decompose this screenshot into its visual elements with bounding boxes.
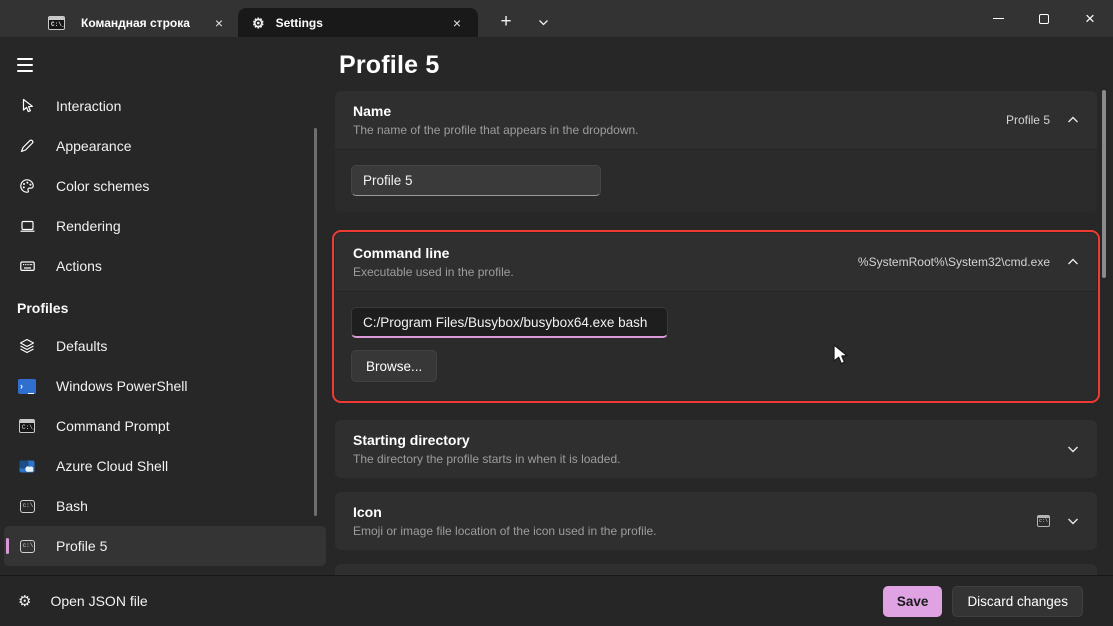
- setting-current-value: Profile 5: [1006, 113, 1050, 127]
- tab-command-prompt[interactable]: C:\_ Командная строка ×: [12, 8, 238, 37]
- tab-dropdown-button[interactable]: [530, 8, 556, 36]
- sidebar-item-label: Command Prompt: [56, 418, 170, 434]
- sidebar-item-label: Rendering: [56, 218, 121, 234]
- tab-close-icon[interactable]: ×: [208, 12, 230, 34]
- settings-main-panel: Profile 5 Name The name of the profile t…: [330, 37, 1113, 575]
- gear-icon: ⚙: [18, 594, 31, 609]
- hamburger-icon: [17, 58, 33, 60]
- setting-title: Command line: [353, 245, 858, 261]
- sidebar-item-appearance[interactable]: Appearance: [4, 126, 326, 166]
- sidebar-item-label: Bash: [56, 498, 88, 514]
- footer-bar: ⚙ Open JSON file Save Discard changes: [0, 575, 1113, 626]
- close-icon: ×: [1085, 10, 1095, 27]
- open-json-file-label: Open JSON file: [50, 593, 147, 609]
- current-profile-icon: c:\: [1037, 515, 1050, 527]
- sidebar-scrollbar[interactable]: [314, 128, 317, 516]
- content-scrollbar[interactable]: [1102, 90, 1106, 278]
- hamburger-menu-button[interactable]: [12, 48, 52, 82]
- tab-title-expander-header[interactable]: Tab title: [335, 564, 1097, 575]
- setting-title: Starting directory: [353, 432, 1067, 448]
- command-line-expander-body: Browse...: [335, 291, 1097, 400]
- save-button[interactable]: Save: [883, 586, 943, 617]
- settings-nav-sidebar: Interaction Appearance Color schemes Ren…: [0, 37, 330, 575]
- discard-changes-button[interactable]: Discard changes: [952, 586, 1083, 617]
- palette-icon: [17, 178, 37, 194]
- command-line-setting-card: Command line Executable used in the prof…: [335, 233, 1097, 400]
- sidebar-item-label: Defaults: [56, 338, 107, 354]
- powershell-icon: ›: [17, 379, 37, 394]
- starting-directory-expander-header[interactable]: Starting directory The directory the pro…: [335, 420, 1097, 478]
- azure-cloud-icon: [17, 460, 37, 473]
- command-line-input[interactable]: [351, 307, 668, 338]
- sidebar-item-label: Interaction: [56, 98, 121, 114]
- setting-current-value: %SystemRoot%\System32\cmd.exe: [858, 255, 1050, 269]
- sidebar-item-label: Azure Cloud Shell: [56, 458, 168, 474]
- sidebar-item-azure-cloud-shell[interactable]: Azure Cloud Shell: [4, 446, 326, 486]
- cmd-window-icon: C:\_: [17, 419, 37, 433]
- name-input[interactable]: [351, 165, 601, 196]
- tab-strip: C:\_ Командная строка × ⚙ Settings × +: [0, 0, 556, 37]
- icon-expander-header[interactable]: Icon Emoji or image file location of the…: [335, 492, 1097, 550]
- page-title: Profile 5: [339, 51, 1097, 80]
- setting-description: Executable used in the profile.: [353, 265, 858, 279]
- gear-icon: ⚙: [252, 16, 265, 30]
- sidebar-item-label: Profile 5: [56, 538, 107, 554]
- sidebar-item-defaults[interactable]: Defaults: [4, 326, 326, 366]
- sidebar-item-label: Color schemes: [56, 178, 149, 194]
- terminal-window-icon: c:\: [17, 500, 37, 513]
- tab-settings[interactable]: ⚙ Settings ×: [238, 8, 478, 37]
- starting-directory-setting-card: Starting directory The directory the pro…: [335, 420, 1097, 478]
- open-json-file-button[interactable]: ⚙ Open JSON file: [12, 587, 154, 615]
- sidebar-item-profile-5[interactable]: c:\ Profile 5: [4, 526, 326, 566]
- layers-icon: [17, 338, 37, 354]
- setting-description: The directory the profile starts in when…: [353, 452, 1067, 466]
- sidebar-item-actions[interactable]: Actions: [4, 246, 326, 286]
- command-line-expander-header[interactable]: Command line Executable used in the prof…: [335, 233, 1097, 291]
- chevron-up-icon: [1067, 116, 1079, 124]
- sidebar-item-rendering[interactable]: Rendering: [4, 206, 326, 246]
- sidebar-item-label: Actions: [56, 258, 102, 274]
- name-expander-header[interactable]: Name The name of the profile that appear…: [335, 91, 1097, 149]
- tab-close-icon[interactable]: ×: [446, 12, 468, 34]
- cmd-window-icon: C:\_: [48, 16, 65, 30]
- interaction-cursor-icon: [17, 98, 37, 114]
- titlebar: C:\_ Командная строка × ⚙ Settings × + ×: [0, 0, 1113, 37]
- setting-description: Emoji or image file location of the icon…: [353, 524, 1037, 538]
- icon-setting-card: Icon Emoji or image file location of the…: [335, 492, 1097, 550]
- keyboard-icon: [17, 258, 37, 274]
- minimize-icon: [993, 18, 1004, 19]
- name-expander-body: [335, 149, 1097, 212]
- browse-button[interactable]: Browse...: [351, 350, 437, 382]
- windows-terminal-settings-window: { "titlebar": { "tabs": [ { "label": "Ко…: [0, 0, 1113, 626]
- setting-title: Icon: [353, 504, 1037, 520]
- sidebar-item-windows-powershell[interactable]: › Windows PowerShell: [4, 366, 326, 406]
- setting-description: The name of the profile that appears in …: [353, 123, 1006, 137]
- tab-label: Командная строка: [81, 16, 208, 30]
- window-controls: ×: [975, 0, 1113, 37]
- maximize-button[interactable]: [1021, 0, 1067, 37]
- close-button[interactable]: ×: [1067, 0, 1113, 37]
- profiles-section-header: Profiles: [17, 294, 330, 322]
- chevron-down-icon: [538, 19, 549, 26]
- paintbrush-icon: [17, 138, 37, 154]
- chevron-down-icon: [1067, 517, 1079, 525]
- name-setting-card: Name The name of the profile that appear…: [335, 91, 1097, 212]
- sidebar-item-color-schemes[interactable]: Color schemes: [4, 166, 326, 206]
- tab-label: Settings: [276, 16, 446, 30]
- sidebar-item-bash[interactable]: c:\ Bash: [4, 486, 326, 526]
- monitor-icon: [17, 218, 37, 234]
- setting-title: Name: [353, 103, 1006, 119]
- new-tab-button[interactable]: +: [491, 8, 521, 36]
- sidebar-item-label: Appearance: [56, 138, 132, 154]
- terminal-window-icon: c:\: [17, 540, 37, 553]
- sidebar-item-label: Windows PowerShell: [56, 378, 188, 394]
- sidebar-item-command-prompt[interactable]: C:\_ Command Prompt: [4, 406, 326, 446]
- minimize-button[interactable]: [975, 0, 1021, 37]
- tab-title-setting-card: Tab title: [335, 564, 1097, 575]
- chevron-up-icon: [1067, 258, 1079, 266]
- sidebar-item-interaction[interactable]: Interaction: [4, 86, 326, 126]
- chevron-down-icon: [1067, 445, 1079, 453]
- maximize-icon: [1039, 14, 1049, 24]
- selected-indicator: [6, 538, 9, 554]
